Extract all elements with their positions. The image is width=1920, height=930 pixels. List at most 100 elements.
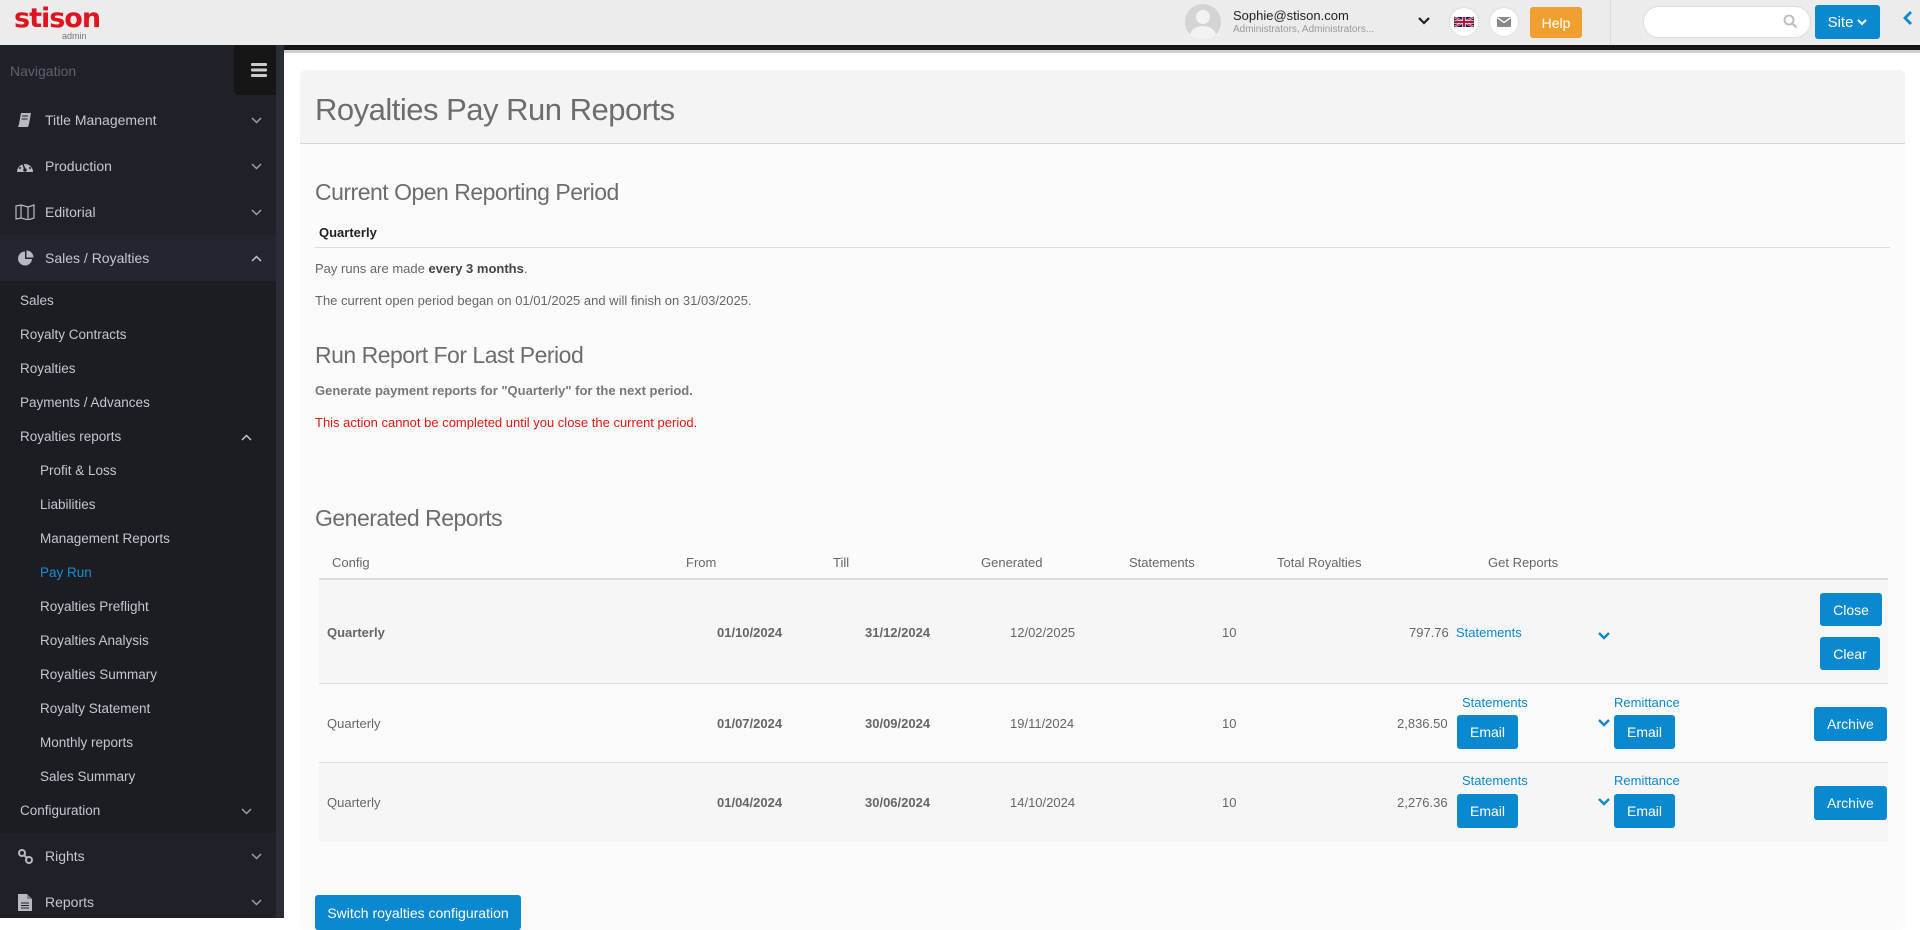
sidebar-item-label: Production (45, 158, 112, 174)
sidebar-item-label: Rights (45, 848, 85, 864)
dashboard-icon (15, 159, 35, 173)
error-message: This action cannot be completed until yo… (315, 415, 698, 430)
sidebar-item-label: Royalties Analysis (40, 632, 149, 648)
email-remittance-button[interactable]: Email (1614, 715, 1675, 749)
row-config: Quarterly (327, 625, 385, 640)
chevron-up-icon (251, 249, 262, 265)
chevron-down-icon[interactable] (1418, 12, 1430, 28)
chevron-down-icon (251, 847, 262, 863)
sidebar-item-management-reports[interactable]: Management Reports (0, 521, 276, 555)
sidebar-item-label: Payments / Advances (20, 394, 150, 410)
sidebar-item-label: Sales / Royalties (45, 250, 150, 266)
sidebar-item-title-management[interactable]: Title Management (0, 97, 276, 143)
sidebar-item-configuration[interactable]: Configuration (0, 793, 276, 827)
collapse-panel-icon[interactable] (1903, 10, 1913, 30)
statements-label: Statements (1462, 695, 1528, 710)
row-config: Quarterly (327, 716, 381, 731)
archive-button[interactable]: Archive (1814, 707, 1887, 741)
search-input[interactable] (1656, 7, 1786, 37)
sidebar-item-production[interactable]: Production (0, 143, 276, 189)
sidebar-item-label: Royalties Summary (40, 666, 158, 682)
email-statements-button[interactable]: Email (1457, 715, 1518, 749)
email-remittance-button[interactable]: Email (1614, 794, 1675, 828)
sidebar-item-label: Sales (20, 292, 54, 308)
sidebar-item-label: Monthly reports (40, 734, 134, 750)
row-config: Quarterly (327, 795, 381, 810)
sidebar-scrollbar[interactable] (276, 45, 284, 918)
row-total: 2,836.50 (1397, 716, 1448, 731)
row-generated: 14/10/2024 (1010, 795, 1076, 810)
sidebar-item-label: Royalties reports (20, 428, 122, 444)
sidebar-item-sales[interactable]: Sales (0, 283, 276, 317)
map-icon (15, 204, 35, 220)
sidebar-item-sales-royalties[interactable]: Sales / Royalties (0, 235, 276, 281)
hamburger-icon (251, 63, 267, 77)
sales-royalties-submenu: Sales Royalty Contracts Royalties Paymen… (0, 281, 276, 833)
current-period-dates: The current open period began on 01/01/2… (315, 293, 752, 308)
content-panel: Royalties Pay Run Reports Current Open R… (300, 70, 1905, 930)
site-dropdown-button[interactable]: Site (1815, 5, 1880, 39)
book-icon (15, 112, 35, 128)
envelope-icon (1497, 17, 1511, 27)
table-header: Config From Till Generated Statements To… (319, 545, 1888, 580)
sidebar-item-royalties[interactable]: Royalties (0, 351, 276, 385)
sidebar-item-payments-advances[interactable]: Payments / Advances (0, 385, 276, 419)
chevron-down-icon[interactable] (1598, 794, 1610, 809)
config-name: Quarterly (319, 225, 377, 240)
search-box[interactable] (1643, 6, 1811, 38)
sidebar-item-royalty-statement[interactable]: Royalty Statement (0, 691, 276, 725)
close-period-button[interactable]: Close (1820, 593, 1882, 626)
logo[interactable]: stison admin (14, 5, 101, 41)
sidebar-item-rights[interactable]: Rights (0, 833, 276, 879)
chevron-down-icon (251, 111, 262, 127)
sidebar: Navigation Title Management Production E… (0, 45, 284, 918)
sidebar-item-liabilities[interactable]: Liabilities (0, 487, 276, 521)
statements-link[interactable]: Statements (1456, 625, 1522, 640)
table-row: Quarterly 01/10/2024 31/12/2024 12/02/20… (319, 580, 1888, 684)
user-menu[interactable]: Sophie@stison.com Administrators, Admini… (1185, 4, 1430, 40)
col-till: Till (833, 555, 850, 570)
row-till: 31/12/2024 (865, 625, 931, 640)
search-icon[interactable] (1783, 14, 1798, 34)
col-total-royalties: Total Royalties (1277, 555, 1362, 570)
help-button[interactable]: Help (1530, 7, 1582, 38)
sidebar-item-profit-loss[interactable]: Profit & Loss (0, 453, 276, 487)
language-flag-button[interactable] (1450, 8, 1478, 36)
sidebar-item-label: Royalty Statement (40, 700, 151, 716)
chevron-down-icon[interactable] (1598, 628, 1610, 643)
sidebar-item-label: Editorial (45, 204, 96, 220)
chevron-down-icon (241, 803, 252, 818)
sidebar-item-royalty-contracts[interactable]: Royalty Contracts (0, 317, 276, 351)
sidebar-item-sales-summary[interactable]: Sales Summary (0, 759, 276, 793)
sidebar-item-editorial[interactable]: Editorial (0, 189, 276, 235)
sidebar-item-royalties-analysis[interactable]: Royalties Analysis (0, 623, 276, 657)
sidebar-item-label: Royalties (20, 360, 76, 376)
sidebar-item-royalties-summary[interactable]: Royalties Summary (0, 657, 276, 691)
switch-configuration-button[interactable]: Switch royalties configuration (315, 895, 521, 930)
current-period-heading: Current Open Reporting Period (315, 179, 619, 205)
chevron-down-icon (251, 893, 262, 909)
sidebar-item-royalties-preflight[interactable]: Royalties Preflight (0, 589, 276, 623)
sidebar-item-monthly-reports[interactable]: Monthly reports (0, 725, 276, 759)
generated-reports-heading: Generated Reports (315, 505, 503, 531)
archive-button[interactable]: Archive (1814, 786, 1887, 820)
sidebar-item-pay-run[interactable]: Pay Run (0, 555, 276, 589)
sidebar-item-label: Reports (45, 894, 95, 910)
messages-button[interactable] (1490, 8, 1518, 36)
chevron-down-icon[interactable] (1598, 715, 1610, 730)
clear-button[interactable]: Clear (1820, 637, 1880, 670)
sidebar-item-royalties-reports[interactable]: Royalties reports (0, 419, 276, 453)
row-statements: 10 (1222, 716, 1237, 731)
logo-subtitle: admin (62, 31, 87, 41)
row-generated: 19/11/2024 (1010, 716, 1075, 731)
col-generated: Generated (981, 555, 1043, 570)
statements-label: Statements (1462, 773, 1528, 788)
row-from: 01/07/2024 (717, 716, 783, 731)
sidebar-item-reports[interactable]: Reports (0, 879, 276, 925)
user-roles: Administrators, Administrators... (1233, 24, 1375, 35)
row-from: 01/10/2024 (717, 625, 783, 640)
email-statements-button[interactable]: Email (1457, 794, 1518, 828)
main-content: Royalties Pay Run Reports Current Open R… (284, 53, 1920, 930)
frequency-value: every 3 months (428, 261, 524, 276)
row-from: 01/04/2024 (717, 795, 783, 810)
